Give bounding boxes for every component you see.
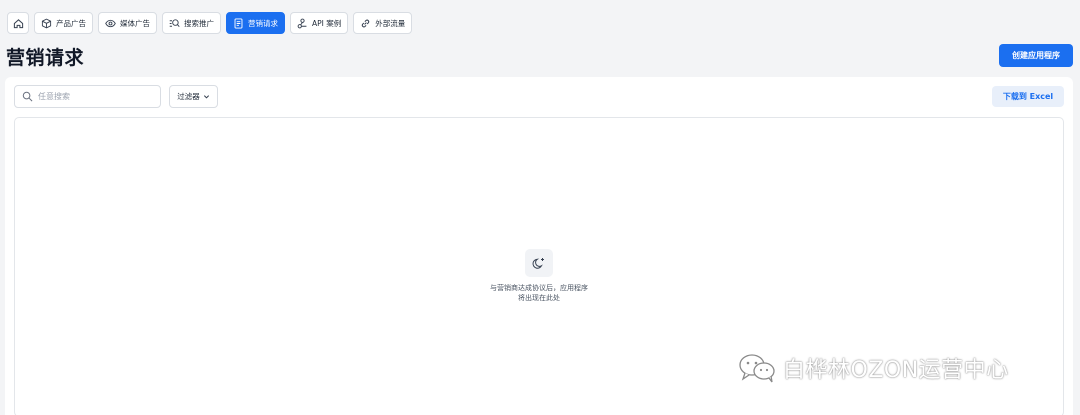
page: 产品广告 媒体广告 搜索推广 营销请求 API 案例 外部流量 营销请求 创建应… (0, 0, 1080, 415)
wechat-icon (739, 354, 775, 383)
tab-label: 媒体广告 (120, 18, 150, 28)
tab-external-traffic[interactable]: 外部流量 (353, 12, 413, 34)
create-application-button[interactable]: 创建应用程序 (999, 44, 1073, 67)
tab-label: 搜索推广 (184, 18, 214, 28)
empty-state-line-2: 将出现在此处 (518, 294, 560, 302)
tab-product-ads[interactable]: 产品广告 (34, 12, 93, 34)
home-icon (13, 18, 23, 28)
tab-label: 营销请求 (248, 18, 278, 28)
empty-state-line-1: 与营销商达成协议后，应用程序 (490, 284, 588, 292)
chevron-down-icon (203, 95, 209, 99)
watermark-text: 白桦林OZON运营中心 (783, 358, 1009, 383)
tab-media-ads[interactable]: 媒体广告 (98, 12, 157, 34)
search-icon (22, 91, 33, 102)
download-excel-button[interactable]: 下载到 Excel (992, 86, 1064, 107)
tab-label: API 案例 (312, 18, 342, 28)
empty-state-icon-box (525, 249, 553, 277)
search-input[interactable] (38, 92, 148, 101)
api-icon (297, 18, 307, 28)
tab-search-promo[interactable]: 搜索推广 (162, 12, 221, 34)
sparkle-moon-icon (532, 258, 544, 269)
filter-label: 过滤器 (177, 92, 200, 101)
tab-label: 外部流量 (375, 18, 406, 28)
box-icon (41, 18, 52, 28)
link-icon (362, 19, 370, 27)
empty-state: 与营销商达成协议后，应用程序 将出现在此处 (15, 249, 1063, 303)
search-list-icon (169, 18, 180, 27)
page-title: 营销请求 (6, 47, 85, 69)
tab-home[interactable] (7, 12, 29, 34)
document-icon (234, 17, 243, 29)
eye-icon (105, 19, 116, 27)
top-tab-bar: 产品广告 媒体广告 搜索推广 营销请求 API 案例 外部流量 (7, 12, 413, 34)
search-box[interactable] (14, 85, 161, 108)
watermark: 白桦林OZON运营中心 (737, 352, 1009, 384)
filter-dropdown[interactable]: 过滤器 (169, 85, 218, 108)
tab-marketing-requests[interactable]: 营销请求 (226, 12, 285, 34)
tab-label: 产品广告 (56, 18, 86, 28)
tab-api-cases[interactable]: API 案例 (290, 12, 349, 34)
empty-state-message: 与营销商达成协议后，应用程序 将出现在此处 (490, 283, 588, 303)
